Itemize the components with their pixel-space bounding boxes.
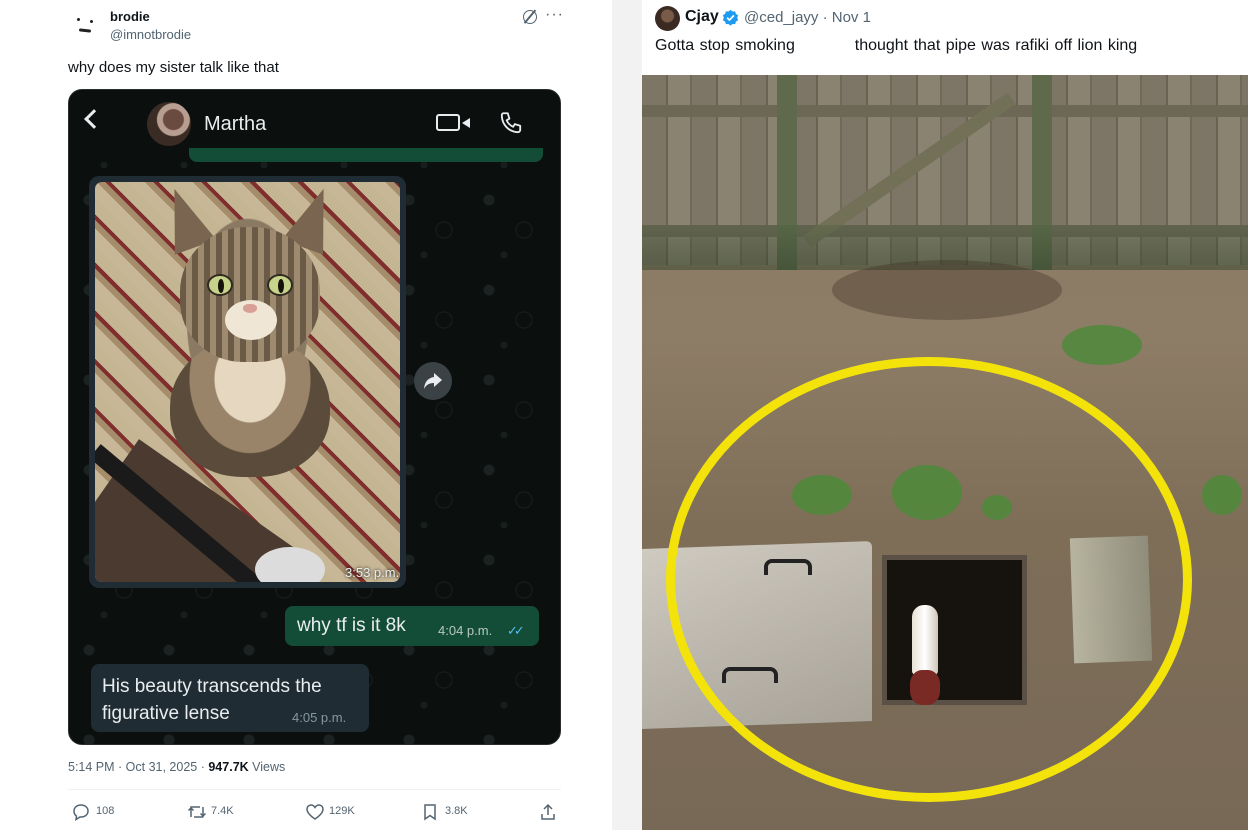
more-options-icon[interactable]: ··· <box>545 6 564 24</box>
views-label: Views <box>248 760 286 774</box>
outgoing-message-time: 4:04 p.m. <box>438 623 493 638</box>
image-message-bubble: 3:53 p.m. <box>89 176 406 588</box>
read-receipt-icon: ✓✓ <box>507 623 525 638</box>
outgoing-message-bubble: why tf is it 8k 4:04 p.m. ✓✓ <box>285 606 539 646</box>
backyard-photo[interactable] <box>642 75 1248 830</box>
divider <box>68 789 561 790</box>
verified-badge-icon <box>722 9 739 26</box>
author-avatar[interactable] <box>68 8 104 44</box>
repost-count: 7.4K <box>211 805 234 817</box>
tweet-text: Gotta stop smoking thought that pipe was… <box>655 37 1138 54</box>
right-tweet: Cjay @ced_jayy · Nov 1 Gotta stop smokin… <box>642 0 1250 830</box>
highlight-circle <box>666 357 1192 802</box>
grok-icon[interactable] <box>523 10 537 24</box>
reply-icon <box>73 804 89 821</box>
previous-message-bubble <box>189 148 543 162</box>
repost-icon <box>187 806 207 818</box>
back-arrow-icon <box>84 109 104 129</box>
cat-photo <box>95 182 400 582</box>
bookmark-count: 3.8K <box>445 805 468 817</box>
author-handle[interactable]: @ced_jayy · Nov 1 <box>744 9 871 26</box>
bookmark-icon <box>424 804 436 821</box>
heart-icon <box>306 804 324 820</box>
forward-icon <box>414 362 452 400</box>
share-icon <box>541 803 555 820</box>
image-message-time: 3:53 p.m. <box>345 565 400 580</box>
outgoing-message-text: why tf is it 8k <box>297 615 406 636</box>
like-count: 129K <box>329 805 355 817</box>
author-handle[interactable]: @imnotbrodie <box>110 27 191 42</box>
contact-name: Martha <box>204 113 267 135</box>
contact-avatar <box>147 102 191 146</box>
tweet-meta: 5:14 PM · Oct 31, 2025 · 947.7K Views <box>68 760 285 774</box>
views-count: 947.7K <box>208 760 249 774</box>
incoming-message-time: 4:05 p.m. <box>292 710 347 725</box>
panel-divider <box>612 0 642 830</box>
chat-screenshot[interactable]: Martha 3:53 p.m. why tf is it 8k 4:04 p.… <box>68 89 561 745</box>
phone-call-icon <box>500 112 522 134</box>
video-call-icon <box>436 114 470 131</box>
tweet-timestamp[interactable]: 5:14 PM · Oct 31, 2025 · <box>68 760 208 774</box>
author-avatar[interactable] <box>655 6 680 31</box>
incoming-message-bubble: His beauty transcends the figurative len… <box>91 664 369 732</box>
tweet-text: why does my sister talk like that <box>68 59 279 76</box>
left-tweet: brodie @imnotbrodie ··· why does my sist… <box>0 0 612 830</box>
author-name[interactable]: brodie <box>110 9 150 24</box>
reply-count: 108 <box>96 805 115 817</box>
author-name[interactable]: Cjay <box>685 8 719 26</box>
